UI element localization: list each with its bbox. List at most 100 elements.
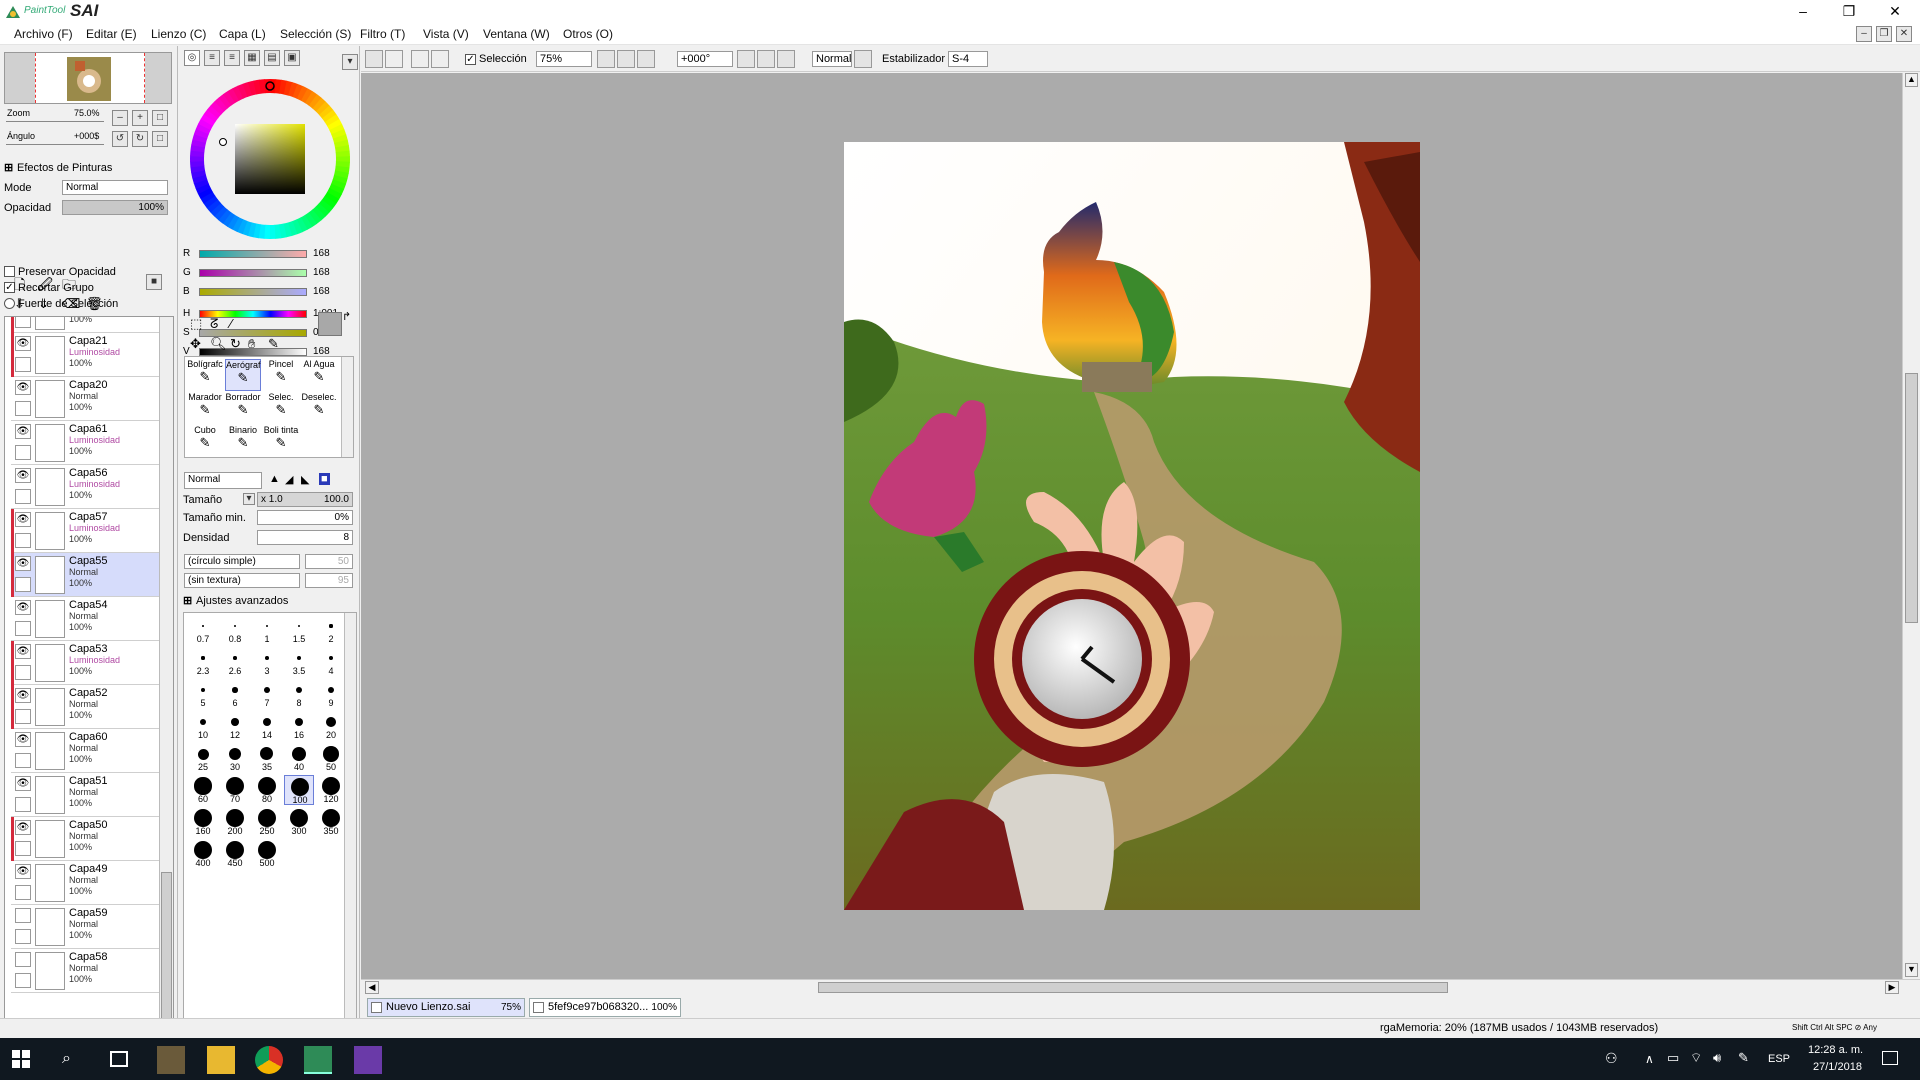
tool-button[interactable]: Bolígrafc ✎ [187,359,223,391]
brush-size-cell[interactable]: 30 [220,743,250,773]
menu-7[interactable]: Ventana (W) [483,27,550,41]
brush-size-cell[interactable]: 450 [220,839,250,869]
brush-size-cell[interactable]: 2 [316,615,346,645]
transfer-down-icon[interactable]: ⇩ [14,296,25,312]
visibility-eye-icon[interactable]: 👁︎ [15,776,31,791]
brush-size-cell[interactable]: 16 [284,711,314,741]
layer-lock-icon[interactable] [15,489,31,504]
brush-size-cell[interactable]: 500 [252,839,282,869]
mode-select[interactable]: Normal [62,180,168,195]
zoom-select[interactable]: 75% [536,51,592,67]
toolbar-zoom-fit-icon[interactable] [637,50,655,68]
panel-collapse-icon[interactable]: ▾ [342,54,358,70]
layer-lock-icon[interactable] [15,841,31,856]
brush-size-cell[interactable]: 200 [220,807,250,837]
tool-button[interactable]: Selec. ✎ [263,392,299,424]
canvas-area[interactable] [361,73,1906,979]
brush-size-cell[interactable]: 70 [220,775,250,805]
tool-button[interactable]: Al Agua ✎ [301,359,337,391]
brush-size-cell[interactable]: 350 [316,807,346,837]
tool-button[interactable]: Deselec. ✎ [301,392,337,424]
toolbar-rotate-left-icon[interactable] [737,50,755,68]
toolbar-zoom-in-icon[interactable] [617,50,635,68]
brush-shape-strength[interactable]: 50 [305,554,353,569]
rotate-right-icon[interactable]: ↻ [132,131,148,147]
layer-row[interactable]: 👁︎ Capa53 Luminosidad 100% [11,641,159,685]
pen-icon[interactable]: ✎ [1738,1050,1749,1066]
vertical-scroll-thumb[interactable] [1905,373,1918,623]
zoom-icon[interactable]: 🔍︎ [210,336,227,352]
brush-size-cell[interactable]: 4 [316,647,346,677]
visibility-eye-icon[interactable]: 👁︎ [15,556,31,571]
mdi-close-icon[interactable]: ✕ [1896,26,1912,42]
layer-scroll-thumb[interactable] [161,872,172,1022]
toolbar-rotate-right-icon[interactable] [757,50,775,68]
file-explorer-icon[interactable] [207,1046,235,1074]
scroll-left-icon[interactable]: ◀ [365,981,379,994]
brush-size-cell[interactable]: 35 [252,743,282,773]
language-indicator[interactable]: ESP [1768,1053,1790,1065]
deselect-icon[interactable] [411,50,429,68]
tool-button[interactable]: Cubo ✎ [187,425,223,457]
brush-size-cell[interactable]: 50 [316,743,346,773]
tool-button[interactable]: Pincel ✎ [263,359,299,391]
color-slider[interactable] [199,250,307,258]
layer-lock-icon[interactable] [15,797,31,812]
lasso-icon[interactable]: ᘔ [210,316,218,332]
brush-size-cell[interactable]: 0.7 [188,615,218,645]
min-size-slider[interactable]: 0% [257,510,353,525]
layer-lock-icon[interactable] [15,929,31,944]
sai-taskbar-icon[interactable] [304,1046,332,1074]
opacity-slider[interactable]: 100% [62,200,168,215]
maximize-button[interactable]: ❐ [1826,0,1872,23]
redo-icon[interactable] [385,50,403,68]
network-icon[interactable]: ▭ [1667,1050,1679,1066]
layer-lock-icon[interactable] [15,665,31,680]
horizontal-scroll-thumb[interactable] [818,982,1448,993]
brush-size-cell[interactable]: 250 [252,807,282,837]
brush-texture-strength[interactable]: 95 [305,573,353,588]
clock-date[interactable]: 27/1/2018 [1813,1061,1862,1073]
tool-button[interactable]: Marador ✎ [187,392,223,424]
zoom-slider[interactable] [6,121,104,122]
layer-lock-icon[interactable] [15,401,31,416]
layer-lock-icon[interactable] [15,445,31,460]
selection-checkbox[interactable]: ✓ [465,54,476,65]
tool-button[interactable]: Binario ✎ [225,425,261,457]
paint-app-taskbar-icon[interactable] [157,1046,185,1074]
visibility-eye-icon[interactable]: 👁︎ [15,600,31,615]
advanced-expand-icon[interactable]: ⊞ [183,594,192,607]
tip-soft-icon[interactable]: ◣ [301,473,309,486]
layer-lock-icon[interactable] [15,533,31,548]
search-icon[interactable]: ⌕ [62,1050,71,1068]
layer-row[interactable]: 👁︎ Capa49 Normal 100% [11,861,159,905]
layer-lock-icon[interactable] [15,357,31,372]
task-view-icon[interactable] [110,1051,128,1067]
brush-size-cell[interactable]: 80 [252,775,282,805]
layer-row[interactable]: 👁︎ Capa55 Normal 100% [11,553,159,597]
density-slider[interactable]: 8 [257,530,353,545]
brush-size-cell[interactable]: 7 [252,679,282,709]
layer-lock-icon[interactable] [15,621,31,636]
discord-icon[interactable] [354,1046,382,1074]
brush-shape-select[interactable]: (círculo simple) [184,554,300,569]
visibility-eye-icon[interactable]: 👁︎ [15,644,31,659]
user-swatch-icon[interactable]: ▣ [284,50,300,66]
rect-select-icon[interactable]: ⬚ [190,316,202,332]
rgb-slider-mode-icon[interactable]: ≡ [204,50,220,66]
rotate-left-icon[interactable]: ↺ [112,131,128,147]
visibility-eye-icon[interactable]: 👁︎ [15,336,31,351]
color-slider[interactable] [199,288,307,296]
document-tab[interactable]: 5fef9ce97b068320... 100% [529,998,681,1017]
artwork-canvas[interactable] [844,142,1420,910]
primary-color-swatch[interactable] [318,312,342,336]
stabilizer-select[interactable]: S-4 [948,51,988,67]
visibility-eye-icon[interactable]: 👁︎ [15,820,31,835]
wifi-icon[interactable]: ⌔ [1690,1050,1702,1066]
brush-size-cell[interactable]: 12 [220,711,250,741]
menu-6[interactable]: Vista (V) [423,27,469,41]
tray-expand-icon[interactable]: ∧ [1645,1052,1654,1066]
brush-size-cell[interactable]: 8 [284,679,314,709]
new-linework-icon[interactable]: 🖉 [38,274,53,298]
hsv-slider-mode-icon[interactable]: ≡ [224,50,240,66]
